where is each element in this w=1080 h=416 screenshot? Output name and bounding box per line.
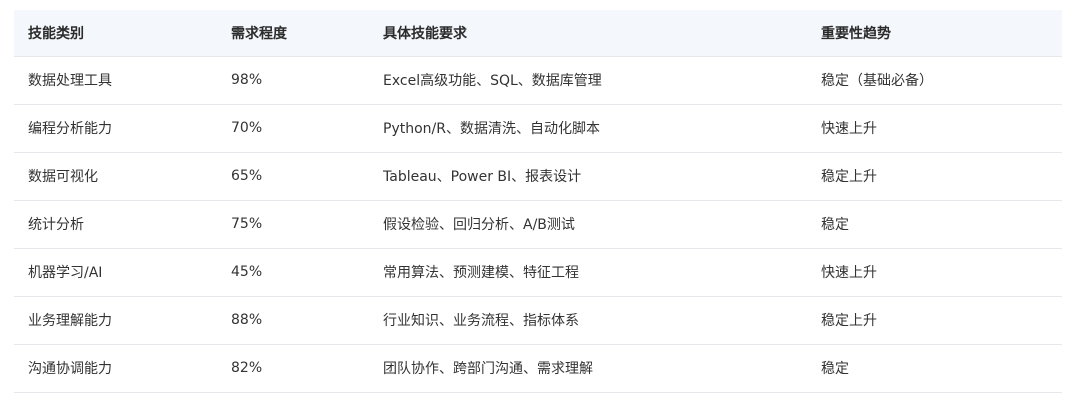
- cell-skill-category: 业务理解能力: [28, 313, 112, 329]
- cell-skill-category: 数据可视化: [28, 169, 98, 185]
- cell-skill-requirements: 假设检验、回归分析、A/B测试: [383, 217, 575, 233]
- cell-importance-trend: 稳定上升: [821, 313, 877, 329]
- cell-importance-trend: 稳定: [821, 217, 849, 233]
- header-row: 技能类别 需求程度 具体技能要求 重要性趋势: [14, 10, 1062, 56]
- table-row: 编程分析能力 70% Python/R、数据清洗、自动化脚本 快速上升: [14, 104, 1062, 152]
- cell-skill-category: 编程分析能力: [28, 121, 112, 137]
- header-importance-trend: 重要性趋势: [821, 25, 891, 42]
- cell-skill-category: 统计分析: [28, 217, 84, 233]
- skills-table: 技能类别 需求程度 具体技能要求 重要性趋势 数据处理工具 98% Excel高…: [14, 10, 1062, 392]
- cell-skill-category: 机器学习/AI: [28, 265, 103, 281]
- cell-importance-trend: 快速上升: [821, 265, 877, 281]
- cell-demand-level: 45%: [231, 264, 263, 280]
- cell-importance-trend: 稳定上升: [821, 169, 877, 185]
- table-row: 业务理解能力 88% 行业知识、业务流程、指标体系 稳定上升: [14, 296, 1062, 344]
- table-row: 统计分析 75% 假设检验、回归分析、A/B测试 稳定: [14, 200, 1062, 248]
- cell-importance-trend: 稳定（基础必备）: [821, 73, 933, 89]
- header-skill-category: 技能类别: [28, 25, 84, 42]
- cell-skill-category: 数据处理工具: [28, 73, 112, 89]
- header-demand-level: 需求程度: [231, 25, 287, 42]
- table-body: 数据处理工具 98% Excel高级功能、SQL、数据库管理 稳定（基础必备） …: [14, 56, 1062, 392]
- header-skill-requirements: 具体技能要求: [383, 25, 467, 42]
- table-row: 机器学习/AI 45% 常用算法、预测建模、特征工程 快速上升: [14, 248, 1062, 296]
- cell-importance-trend: 稳定: [821, 361, 849, 378]
- table-row: 数据处理工具 98% Excel高级功能、SQL、数据库管理 稳定（基础必备）: [14, 56, 1062, 104]
- cell-skill-requirements: Python/R、数据清洗、自动化脚本: [383, 121, 600, 137]
- cell-skill-requirements: 常用算法、预测建模、特征工程: [383, 265, 579, 281]
- cell-demand-level: 88%: [231, 312, 263, 328]
- cell-demand-level: 82%: [231, 360, 263, 377]
- table-row: 沟通协调能力 82% 团队协作、跨部门沟通、需求理解 稳定: [14, 344, 1062, 392]
- cell-skill-category: 沟通协调能力: [28, 361, 112, 378]
- cell-demand-level: 75%: [231, 216, 263, 232]
- cell-importance-trend: 快速上升: [821, 121, 877, 137]
- table-row: 数据可视化 65% Tableau、Power BI、报表设计 稳定上升: [14, 152, 1062, 200]
- cell-skill-requirements: Excel高级功能、SQL、数据库管理: [383, 73, 602, 89]
- cell-skill-requirements: Tableau、Power BI、报表设计: [383, 169, 582, 185]
- cell-skill-requirements: 行业知识、业务流程、指标体系: [383, 313, 579, 329]
- skills-table-container: 技能类别 需求程度 具体技能要求 重要性趋势 数据处理工具 98% Excel高…: [14, 10, 1062, 393]
- cell-demand-level: 65%: [231, 168, 263, 184]
- cell-demand-level: 98%: [231, 72, 263, 88]
- cell-demand-level: 70%: [231, 120, 263, 136]
- table-header: 技能类别 需求程度 具体技能要求 重要性趋势: [14, 10, 1062, 56]
- cell-skill-requirements: 团队协作、跨部门沟通、需求理解: [383, 361, 593, 378]
